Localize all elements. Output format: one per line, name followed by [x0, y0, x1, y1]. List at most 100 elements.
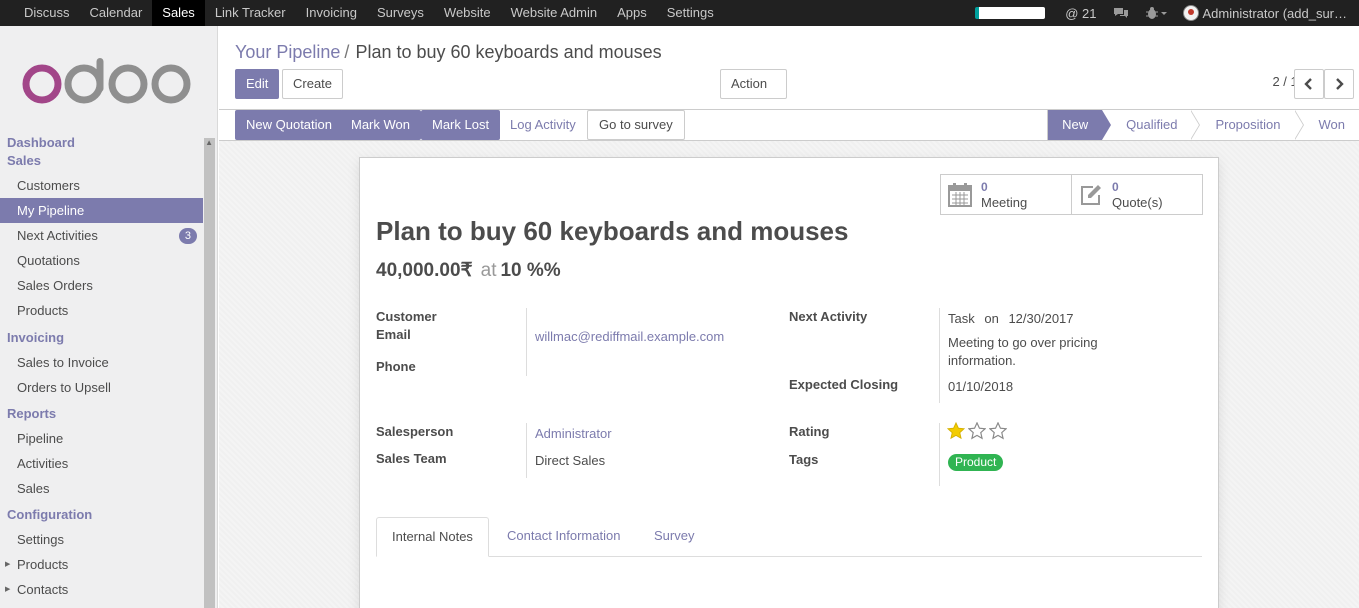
- sidebar-item-sales-to-invoice[interactable]: Sales to Invoice: [0, 350, 203, 375]
- mark-lost-button[interactable]: Mark Lost: [421, 110, 501, 140]
- sidebar-item-activities[interactable]: Activities: [0, 451, 203, 476]
- new-quotation-button[interactable]: New Quotation: [235, 110, 343, 140]
- chevron-left-icon: [1304, 78, 1312, 90]
- go-to-survey-button[interactable]: Go to survey: [587, 110, 685, 140]
- quotes-smart-button[interactable]: 0 Quote(s): [1072, 175, 1202, 214]
- breadcrumb: Your Pipeline / Plan to buy 60 keyboards a…: [235, 42, 662, 63]
- sidebar-item-customers[interactable]: Customers: [0, 173, 203, 198]
- create-button[interactable]: Create: [282, 69, 344, 99]
- meeting-smart-button[interactable]: 0 Meeting: [941, 175, 1072, 214]
- sidebar-item-quotations[interactable]: Quotations: [0, 248, 203, 273]
- sidebar-section-reports: Reports: [7, 406, 57, 421]
- loading-progress-bar: [975, 7, 1046, 19]
- stage-arrow: [1101, 110, 1112, 140]
- star-empty-icon[interactable]: [968, 422, 986, 440]
- field-divider: [526, 423, 527, 478]
- sidebar-section-sales: Sales: [7, 153, 41, 168]
- top-navbar: Discuss Calendar Sales Link Tracker Invo…: [0, 0, 1359, 26]
- stage-label: New: [1062, 117, 1089, 132]
- tab-contact-information[interactable]: Contact Information: [492, 517, 635, 557]
- customer-label: Customer: [376, 309, 437, 324]
- sidebar-item-label: My Pipeline: [17, 203, 85, 218]
- sidebar-item-pipeline[interactable]: Pipeline: [0, 426, 203, 451]
- email-value[interactable]: willmac@rediffmail.example.com: [535, 329, 724, 344]
- stage-label: Qualified: [1126, 117, 1178, 132]
- chat-icon[interactable]: [1113, 6, 1129, 20]
- stage-qualified[interactable]: Qualified: [1102, 110, 1201, 140]
- probability: 10 %%: [500, 260, 561, 281]
- phone-label: Phone: [376, 359, 416, 374]
- sidebar-item-label: Contacts: [17, 582, 69, 597]
- tag-badge[interactable]: Product: [948, 454, 1004, 471]
- breadcrumb-separator: /: [344, 42, 350, 62]
- menu-link-tracker[interactable]: Link Tracker: [205, 0, 296, 26]
- sidebar-item-config-contacts[interactable]: ▶ Contacts: [0, 577, 203, 602]
- breadcrumb-current: Plan to buy 60 keyboards and mouses: [355, 42, 662, 62]
- control-panel: Your Pipeline / Plan to buy 60 keyboards a…: [219, 26, 1359, 118]
- edit-document-icon: [1081, 185, 1101, 205]
- sidebar-item-sales-report[interactable]: Sales: [0, 476, 203, 501]
- sidebar-item-next-activities[interactable]: Next Activities 3: [0, 223, 203, 248]
- menu-settings[interactable]: Settings: [657, 0, 724, 26]
- sidebar-item-label: Settings: [17, 532, 64, 547]
- user-menu[interactable]: Administrator (add_sur…: [1182, 5, 1347, 21]
- breadcrumb-your-pipeline[interactable]: Your Pipeline: [235, 42, 340, 62]
- odoo-logo[interactable]: [22, 58, 192, 104]
- edit-button[interactable]: Edit: [235, 69, 280, 99]
- stage-won[interactable]: Won: [1294, 110, 1359, 140]
- quotes-count: 0: [1112, 180, 1119, 194]
- sidebar-item-products[interactable]: Products: [0, 298, 203, 323]
- log-activity-button[interactable]: Log Activity: [499, 110, 587, 140]
- sidebar-item-my-pipeline[interactable]: My Pipeline: [0, 198, 203, 223]
- star-filled-icon[interactable]: [947, 422, 965, 440]
- sidebar-item-config-products[interactable]: ▶ Products: [0, 552, 203, 577]
- sales-team-value: Direct Sales: [535, 453, 606, 468]
- priority-rating[interactable]: [947, 422, 1007, 440]
- menu-invoicing[interactable]: Invoicing: [296, 0, 367, 26]
- menu-website-admin[interactable]: Website Admin: [501, 0, 607, 26]
- rating-label: Rating: [789, 424, 830, 439]
- pager-previous-button[interactable]: [1294, 69, 1324, 99]
- menu-surveys[interactable]: Surveys: [367, 0, 434, 26]
- avatar: [1182, 5, 1199, 21]
- salesperson-label: Salesperson: [376, 424, 454, 439]
- stage-proposition[interactable]: Proposition: [1191, 110, 1304, 140]
- sidebar-item-orders-to-upsell[interactable]: Orders to Upsell: [0, 375, 203, 400]
- tags-label: Tags: [789, 452, 819, 467]
- debug-bug-icon[interactable]: [1145, 6, 1167, 20]
- field-divider: [526, 308, 527, 376]
- opportunity-title: Plan to buy 60 keyboards and mouses: [376, 216, 849, 246]
- stage-new[interactable]: New: [1048, 110, 1112, 140]
- tab-internal-notes[interactable]: Internal Notes: [376, 517, 489, 557]
- menu-sales[interactable]: Sales: [152, 0, 205, 26]
- sidebar: ▲ Dashboard Sales Customers My Pipeline …: [0, 26, 218, 608]
- expected-revenue: 40,000.00₹: [376, 260, 473, 281]
- sidebar-item-settings[interactable]: Settings: [0, 527, 203, 552]
- field-divider: [939, 308, 940, 403]
- sidebar-item-label: Activities: [17, 456, 69, 471]
- status-bar: New Quotation Mark Won Mark Lost Log Act…: [219, 110, 1359, 141]
- menu-calendar[interactable]: Calendar: [80, 0, 153, 26]
- sidebar-section-dashboard[interactable]: Dashboard: [0, 134, 203, 152]
- pager-next-button[interactable]: [1324, 69, 1354, 99]
- tab-survey[interactable]: Survey: [639, 517, 709, 557]
- menu-discuss[interactable]: Discuss: [14, 0, 80, 26]
- sidebar-item-sales-orders[interactable]: Sales Orders: [0, 273, 203, 298]
- scroll-up-arrow-icon[interactable]: ▲: [205, 138, 213, 147]
- next-activities-badge: 3: [178, 228, 197, 244]
- expected-closing-value: 01/10/2018: [948, 379, 1014, 394]
- sidebar-item-label: Orders to Upsell: [17, 380, 111, 395]
- star-empty-icon[interactable]: [989, 422, 1007, 440]
- field-divider: [939, 423, 940, 486]
- salesperson-value[interactable]: Administrator: [535, 426, 612, 441]
- notebook-tabs: Internal Notes Contact Information Surve…: [376, 517, 1202, 557]
- menu-website[interactable]: Website: [434, 0, 501, 26]
- sidebar-scrollbar[interactable]: [204, 138, 215, 608]
- sidebar-item-label: Quotations: [17, 253, 80, 268]
- expected-revenue-line: 40,000.00₹ at 10 %%: [376, 259, 561, 282]
- mark-won-button[interactable]: Mark Won: [340, 110, 421, 140]
- mentions-counter[interactable]: @ 21: [1065, 6, 1096, 21]
- menu-apps[interactable]: Apps: [607, 0, 657, 26]
- action-dropdown[interactable]: Action ▼: [720, 69, 787, 118]
- stage-label: Won: [1318, 117, 1346, 132]
